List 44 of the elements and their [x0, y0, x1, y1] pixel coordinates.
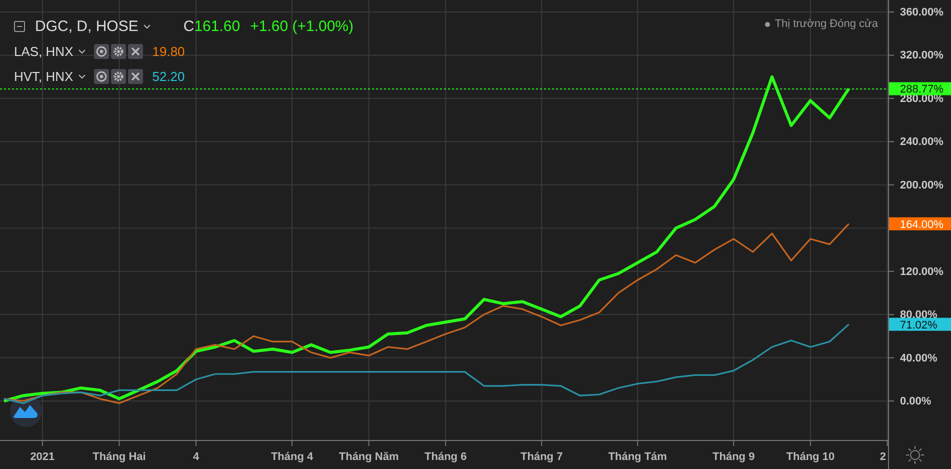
chevron-icon[interactable]: [78, 49, 86, 54]
last-value: 71.02%: [900, 319, 938, 332]
last-value: 164.00%: [900, 218, 944, 231]
axis-label: Tháng 4: [270, 451, 314, 463]
axis-label: Tháng 9: [712, 451, 755, 463]
axis-label: 320.00%: [900, 50, 944, 62]
symbol-value: 19.80: [152, 44, 185, 59]
settings-icon[interactable]: [111, 44, 126, 59]
axis-label: 360.00%: [900, 6, 944, 18]
axis-label: 2021: [30, 451, 55, 463]
symbol-value: 52.20: [152, 69, 185, 84]
eye-icon[interactable]: [94, 44, 110, 59]
axis-label: Tháng 6: [424, 451, 467, 463]
axis-label: Tháng Tám: [608, 451, 667, 463]
axis-label: 40.00%: [900, 352, 938, 364]
axis-label: 120.00%: [900, 266, 944, 278]
price-change: +1.60 (+1.00%): [250, 18, 354, 34]
axis-label: Tháng Năm: [338, 451, 399, 463]
close-icon[interactable]: [128, 44, 144, 59]
symbol-label[interactable]: HVT, HNX: [14, 69, 74, 84]
settings-icon[interactable]: [906, 446, 924, 464]
chevron-icon[interactable]: [143, 24, 152, 28]
last-value: 288.77%: [900, 84, 944, 96]
axis-label: 200.00%: [900, 179, 944, 192]
eye-icon[interactable]: [94, 69, 110, 84]
axis-label: 240.00%: [900, 136, 944, 148]
chevron-icon[interactable]: [78, 74, 86, 79]
settings-icon[interactable]: [111, 69, 126, 84]
collapse-icon[interactable]: [14, 20, 25, 32]
axis-label: 0.00%: [900, 396, 932, 408]
symbol-label[interactable]: LAS, HNX: [14, 44, 74, 59]
axis-label: 4: [192, 451, 200, 463]
symbol-title[interactable]: DGC, D, HOSE: [35, 18, 138, 34]
logo-icon: [10, 395, 42, 427]
market-status: Thị trường Đóng cửa: [774, 18, 878, 30]
axis-label: 2: [880, 451, 886, 463]
axis-label: Tháng Hai: [92, 451, 146, 463]
axis-label: Tháng 10: [786, 451, 835, 463]
status-dot-icon: [764, 22, 770, 26]
axis-label: Tháng 7: [520, 451, 563, 463]
close-label: C: [183, 18, 194, 34]
close-price: 161.60: [194, 18, 240, 34]
axis-label: 80.00%: [900, 309, 938, 322]
close-icon[interactable]: [128, 69, 144, 84]
